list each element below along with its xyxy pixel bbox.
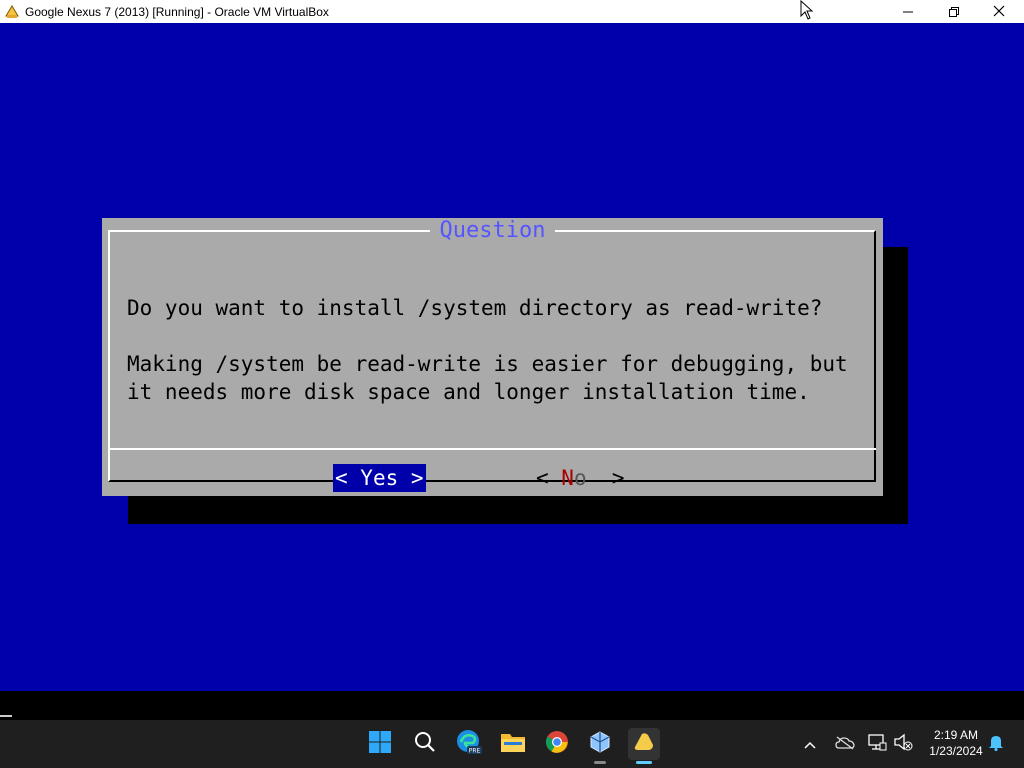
no-button[interactable]: < No > [536,464,625,492]
yes-hotkey: Y [360,466,373,490]
network-button[interactable] [867,720,887,768]
no-hotkey: N [561,466,574,490]
taskbar: PRE 2:19 AM 1/23/2024 [0,720,1024,768]
maximize-icon [949,2,959,21]
active-indicator [636,761,652,764]
onedrive-button[interactable] [835,720,855,768]
edge-pre-icon: PRE [456,729,482,759]
yes-label-rest: es [372,466,399,490]
virtualbox-button[interactable] [584,728,616,764]
onedrive-off-icon [835,735,855,754]
virtualbox-icon [588,730,612,758]
dialog-question: Do you want to install /system directory… [127,296,823,320]
minimize-button[interactable] [885,0,931,23]
yes-bracket-right: > [398,466,424,490]
dialog-title: Question [429,218,556,244]
running-indicator [594,761,606,764]
yes-button[interactable]: < Yes > [333,464,426,492]
volume-mute-icon [893,733,913,755]
mouse-cursor-icon [800,0,814,24]
edge-button[interactable]: PRE [453,728,485,760]
svg-text:PRE: PRE [469,748,481,755]
question-dialog: Question Do you want to install /system … [102,218,883,496]
clock-time: 2:19 AM [933,728,979,742]
dialog-separator [110,448,876,450]
dialog-description-line1: Making /system be read-write is easier f… [127,352,848,376]
no-bracket-right: > [586,466,625,490]
vm-window-button[interactable] [628,728,660,764]
chrome-icon [545,730,569,758]
chevron-up-icon [803,735,817,754]
window-title: Google Nexus 7 (2013) [Running] - Oracle… [25,4,329,19]
network-icon [867,733,887,755]
no-label-rest: o [573,466,587,490]
volume-button[interactable] [893,720,913,768]
file-explorer-icon [500,731,526,757]
text-cursor [0,715,12,717]
vm-window-icon [632,730,656,758]
notifications-button[interactable] [988,720,1004,768]
notification-bell-icon [988,733,1004,755]
chrome-button[interactable] [541,728,573,760]
minimize-icon [903,2,913,21]
start-button[interactable] [364,728,396,760]
virtualbox-app-icon [4,4,20,20]
tray-overflow-button[interactable] [803,720,817,768]
clock-date: 1/23/2024 [929,744,983,758]
no-bracket-left: < [536,466,562,490]
file-explorer-button[interactable] [497,728,529,760]
maximize-button[interactable] [931,0,977,23]
yes-bracket-left: < [335,466,361,490]
window-title-bar[interactable]: Google Nexus 7 (2013) [Running] - Oracle… [0,0,1024,23]
search-icon [414,731,436,757]
windows-start-icon [368,730,392,758]
dialog-description-line2: it needs more disk space and longer inst… [127,380,810,404]
clock[interactable]: 2:19 AM 1/23/2024 [920,727,992,759]
search-button[interactable] [409,728,441,760]
vm-screen[interactable]: Question Do you want to install /system … [0,23,1024,691]
close-icon [993,2,1005,21]
vm-status-strip [0,691,1024,720]
close-button[interactable] [976,0,1022,23]
